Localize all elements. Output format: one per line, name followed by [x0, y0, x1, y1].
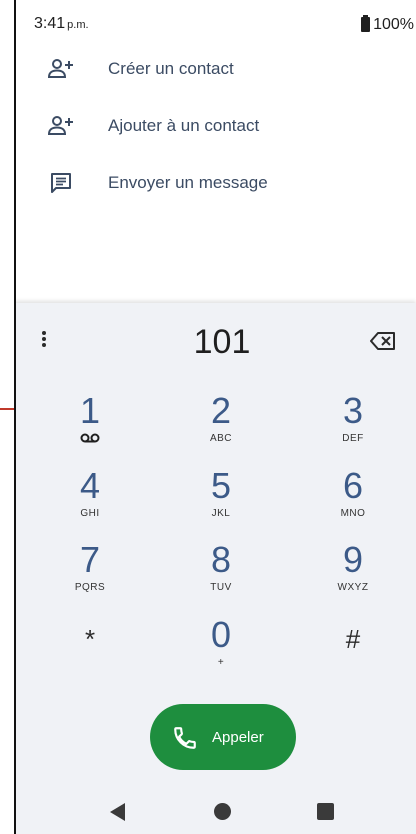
key-9[interactable]: 9 WXYZ [298, 540, 408, 610]
send-message-label: Envoyer un message [108, 173, 268, 192]
add-to-contact-label: Ajouter à un contact [108, 116, 260, 135]
battery-percentage: 100% [373, 16, 414, 33]
dialed-number: 101 [193, 323, 251, 361]
message-icon [51, 173, 71, 193]
status-time: 3:41 p.m. [34, 15, 89, 32]
key-6[interactable]: 6 MNO [298, 466, 408, 536]
recents-icon[interactable] [317, 803, 334, 820]
person-add-icon [48, 59, 73, 78]
key-2[interactable]: 2 ABC [166, 391, 276, 461]
status-bar: 3:41 p.m. 100% [14, 0, 416, 40]
home-icon[interactable] [214, 803, 231, 820]
navigation-bar [14, 791, 416, 834]
dialpad-panel: 101 1 2 ABC 3 DEF 4 GHI 5 JKL 6 MNO 7 PQ… [14, 303, 416, 834]
back-icon[interactable] [110, 803, 125, 821]
voicemail-icon [80, 433, 100, 443]
key-star[interactable]: * [35, 619, 145, 689]
call-button[interactable]: Appeler [150, 704, 296, 770]
key-1[interactable]: 1 [35, 391, 145, 461]
key-4[interactable]: 4 GHI [35, 466, 145, 536]
add-to-contact-item[interactable]: Ajouter à un contact [14, 98, 416, 154]
key-5[interactable]: 5 JKL [166, 466, 276, 536]
send-message-item[interactable]: Envoyer un message [14, 155, 416, 211]
person-add-icon [48, 116, 73, 135]
key-0[interactable]: 0 + [166, 615, 276, 685]
overflow-menu-icon[interactable] [32, 325, 56, 353]
key-3[interactable]: 3 DEF [298, 391, 408, 461]
key-8[interactable]: 8 TUV [166, 540, 276, 610]
status-time-ampm: p.m. [67, 19, 89, 31]
phone-icon [174, 727, 196, 749]
create-contact-item[interactable]: Créer un contact [14, 41, 416, 97]
battery-icon [361, 15, 370, 32]
key-hash[interactable]: # [298, 619, 408, 689]
phone-screen: 3:41 p.m. 100% Créer un contact Ajouter à… [14, 0, 416, 834]
call-button-label: Appeler [212, 729, 264, 746]
create-contact-label: Créer un contact [108, 59, 234, 78]
backspace-icon[interactable] [370, 331, 396, 351]
key-7[interactable]: 7 PQRS [35, 540, 145, 610]
